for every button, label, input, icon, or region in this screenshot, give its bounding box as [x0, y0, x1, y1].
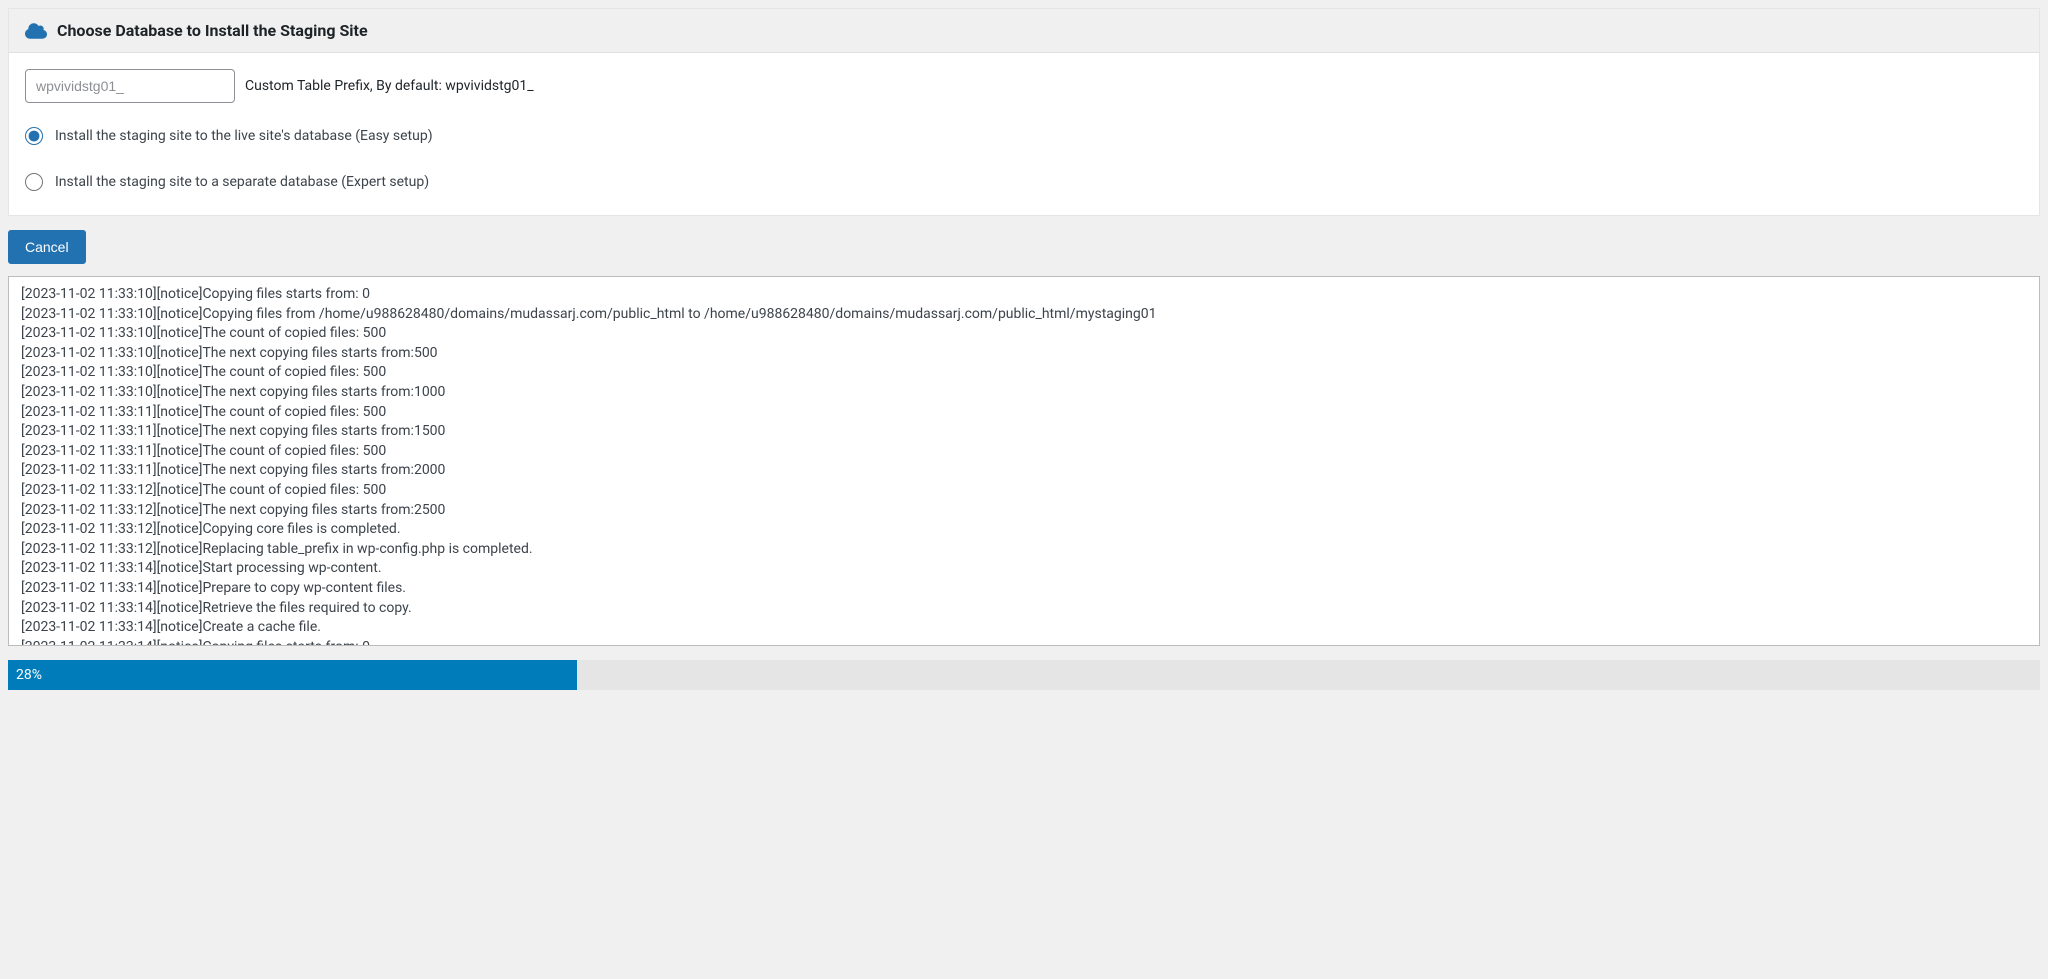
radio-row-expert[interactable]: Install the staging site to a separate d…: [25, 173, 2023, 191]
cloud-icon: [25, 22, 47, 40]
radio-expert-label: Install the staging site to a separate d…: [55, 174, 429, 190]
radio-easy[interactable]: [25, 127, 43, 145]
progress-bar: 28%: [8, 660, 577, 690]
progress-label: 28%: [16, 667, 42, 683]
radio-easy-label: Install the staging site to the live sit…: [55, 128, 433, 144]
radio-row-easy[interactable]: Install the staging site to the live sit…: [25, 127, 2023, 145]
panel-header: Choose Database to Install the Staging S…: [9, 9, 2039, 53]
panel-title: Choose Database to Install the Staging S…: [57, 21, 368, 40]
prefix-row: Custom Table Prefix, By default: wpvivid…: [25, 69, 2023, 103]
log-output[interactable]: [2023-11-02 11:33:10][notice]Copying fil…: [8, 276, 2040, 646]
panel-body: Custom Table Prefix, By default: wpvivid…: [9, 53, 2039, 215]
progress-container: 28%: [8, 660, 2040, 690]
cancel-button[interactable]: Cancel: [8, 230, 86, 264]
database-panel: Choose Database to Install the Staging S…: [8, 8, 2040, 216]
prefix-label: Custom Table Prefix, By default: wpvivid…: [245, 78, 534, 94]
radio-expert[interactable]: [25, 173, 43, 191]
prefix-input[interactable]: [25, 69, 235, 103]
